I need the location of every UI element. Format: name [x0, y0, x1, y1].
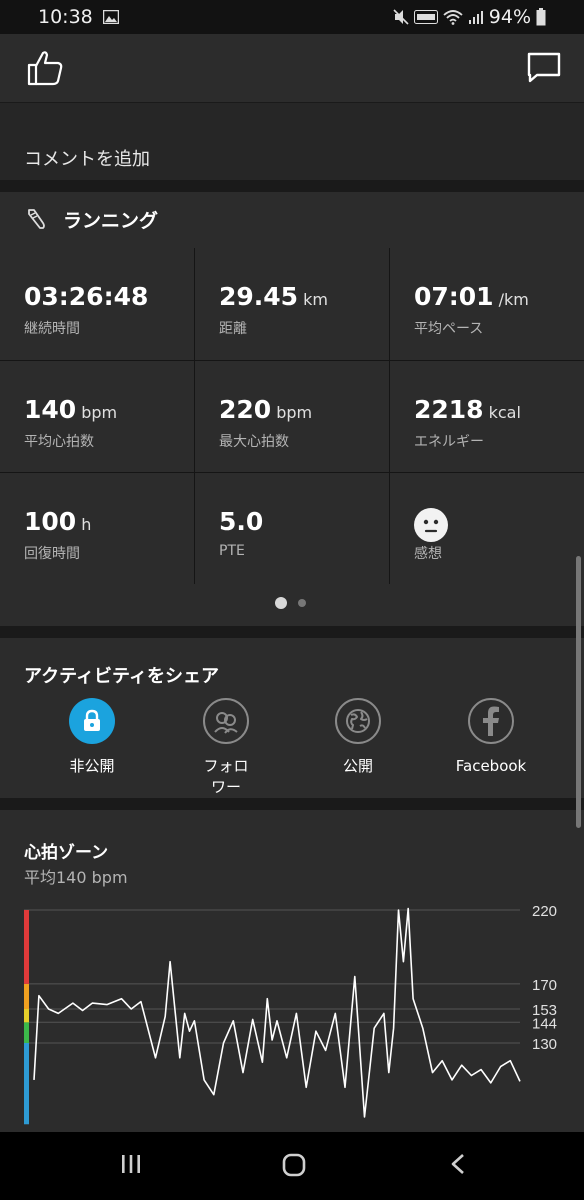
- activity-type-title: ランニング: [63, 210, 159, 232]
- stat-unit: kcal: [488, 403, 521, 422]
- stat-value: 07:01: [414, 282, 494, 311]
- share-label: 非公開: [69, 757, 115, 775]
- stat-pte: 5.0 PTE: [195, 473, 389, 585]
- stat-recovery-time: 100 h 回復時間: [0, 473, 194, 585]
- back-icon[interactable]: [448, 1152, 468, 1176]
- heart-rate-zones-card: 220 170 153 144 130 心拍ゾーン 平均140 bpm: [0, 810, 584, 1132]
- comment-icon[interactable]: [527, 52, 561, 84]
- like-icon[interactable]: [26, 50, 64, 86]
- stat-max-heart-rate: 220 bpm 最大心拍数: [195, 361, 389, 473]
- stat-unit: km: [303, 290, 328, 309]
- stat-avg-pace: 07:01/km 平均ペース: [390, 248, 584, 360]
- share-label: Facebook: [455, 757, 527, 775]
- stat-value: 03:26:48: [24, 282, 149, 311]
- stat-value: 140: [24, 395, 77, 424]
- zone-bar: [24, 910, 29, 984]
- zone-bar: [24, 1009, 29, 1023]
- comment-section[interactable]: コメントを追加: [0, 102, 584, 180]
- stat-label: エネルギー: [414, 434, 484, 450]
- globe-icon[interactable]: [335, 698, 381, 744]
- status-time: 10:38: [38, 6, 93, 28]
- stat-unit: bpm: [81, 403, 118, 422]
- share-option-public[interactable]: 公開: [298, 698, 418, 777]
- zone-bar: [24, 983, 29, 1010]
- gallery-notification-icon: [103, 10, 119, 24]
- stat-label: 距離: [219, 321, 247, 337]
- stat-label: 平均ペース: [414, 321, 484, 337]
- stat-feeling[interactable]: 感想: [390, 473, 584, 585]
- share-label: 公開: [342, 757, 373, 775]
- stats-grid: 03:26:48 継続時間 29.45 km 距離 07:01/km 平均ペース …: [0, 248, 584, 584]
- stat-label: 平均心拍数: [24, 434, 94, 450]
- stat-avg-heart-rate: 140 bpm 平均心拍数: [0, 361, 194, 473]
- facebook-icon[interactable]: [468, 698, 514, 744]
- share-option-facebook[interactable]: Facebook: [431, 698, 551, 777]
- stat-value: 29.45: [219, 282, 299, 311]
- mute-icon: [393, 9, 409, 25]
- zone-bar: [24, 1022, 29, 1043]
- zone-bar: [24, 1043, 29, 1125]
- stat-label: 回復時間: [24, 546, 80, 562]
- activity-header: ランニング: [0, 192, 584, 248]
- volte-icon: [413, 10, 438, 24]
- share-title: アクティビティをシェア: [24, 666, 219, 687]
- share-option-private[interactable]: 非公開: [32, 698, 152, 777]
- heart-rate-line: [33, 907, 521, 1118]
- neutral-face-icon[interactable]: [414, 508, 448, 542]
- activity-summary-card: ランニング 03:26:48 継続時間 29.45 km 距離 07:01/km …: [0, 192, 584, 626]
- followers-icon[interactable]: [203, 698, 249, 744]
- y-tick-label: 220: [532, 903, 557, 920]
- system-nav-bar: [0, 1132, 584, 1200]
- stat-value: 2218: [414, 395, 484, 424]
- status-bar: 10:38 94%: [0, 0, 584, 34]
- stat-value: 100: [24, 507, 77, 536]
- stat-unit: h: [81, 515, 92, 534]
- share-card: アクティビティをシェア 非公開 フォロ ワー 公開 Facebook: [0, 638, 584, 798]
- page-dot[interactable]: [298, 599, 306, 607]
- lock-icon[interactable]: [69, 698, 115, 744]
- y-tick-label: 130: [532, 1036, 557, 1053]
- wifi-icon: [443, 10, 463, 25]
- battery-icon: [536, 8, 546, 26]
- add-comment-field[interactable]: コメントを追加: [24, 145, 150, 171]
- battery-percent: 94%: [488, 6, 531, 28]
- share-label: フォロ ワー: [203, 757, 249, 796]
- signal-icon: [468, 11, 483, 24]
- stat-distance: 29.45 km 距離: [195, 248, 389, 360]
- y-tick-label: 144: [532, 1015, 557, 1032]
- stat-label: 感想: [414, 546, 442, 562]
- hr-zones-title: 心拍ゾーン: [24, 843, 109, 863]
- action-bar: [0, 34, 584, 102]
- page-indicator: [0, 597, 584, 611]
- stat-duration: 03:26:48 継続時間: [0, 248, 194, 360]
- stat-unit: bpm: [276, 403, 313, 422]
- home-icon[interactable]: [281, 1152, 307, 1178]
- stat-energy: 2218 kcal エネルギー: [390, 361, 584, 473]
- stat-value: 5.0: [219, 507, 264, 536]
- scrollbar[interactable]: [576, 556, 581, 828]
- stat-label: 最大心拍数: [219, 434, 289, 450]
- stat-unit: /km: [498, 290, 529, 309]
- stat-value: 220: [219, 395, 272, 424]
- share-option-followers[interactable]: フォロ ワー: [166, 698, 286, 798]
- hr-average: 平均140 bpm: [24, 868, 128, 887]
- recent-apps-icon[interactable]: [120, 1152, 142, 1176]
- running-shoe-icon: [28, 209, 45, 229]
- stat-label: PTE: [219, 543, 245, 559]
- status-icons: 94%: [393, 6, 546, 28]
- page-dot-active[interactable]: [275, 597, 287, 609]
- y-tick-label: 170: [532, 977, 557, 994]
- stat-label: 継続時間: [24, 321, 80, 337]
